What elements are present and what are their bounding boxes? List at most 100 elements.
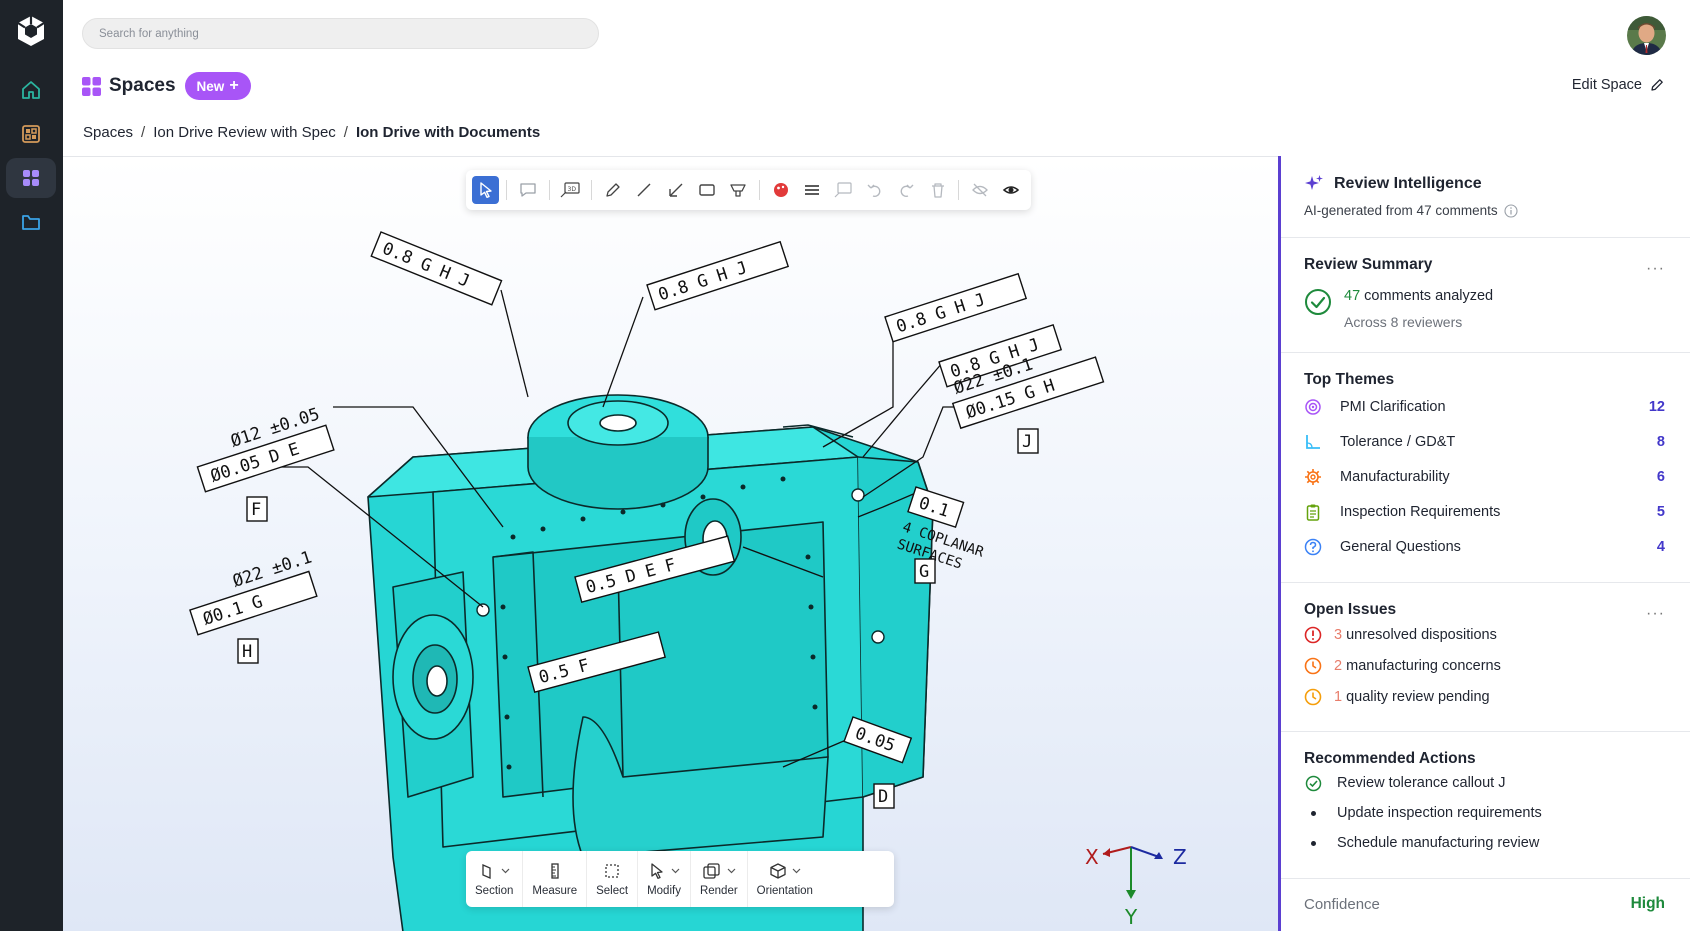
top-themes-section: Top Themes PMI Clarification 12 Toleranc… xyxy=(1281,353,1690,583)
breadcrumb-spaces[interactable]: Spaces xyxy=(83,124,133,141)
breadcrumb-separator: / xyxy=(343,124,348,141)
tool-select[interactable] xyxy=(472,176,500,204)
action-item[interactable]: Review tolerance callout J xyxy=(1304,768,1665,798)
orientation-tool[interactable]: Orientation xyxy=(748,851,822,907)
ruler-icon xyxy=(551,862,559,879)
modify-label: Modify xyxy=(647,884,681,897)
more-options-icon[interactable]: ··· xyxy=(1646,605,1665,623)
tool-3d-comment[interactable]: 3D xyxy=(557,176,584,204)
action-label: Review tolerance callout J xyxy=(1337,775,1506,791)
orientation-label: Orientation xyxy=(756,884,813,897)
axis-x-label: X xyxy=(1085,845,1099,869)
recommended-actions-section: Recommended Actions Review tolerance cal… xyxy=(1281,732,1690,879)
check-circle-icon xyxy=(1305,775,1321,791)
page-title: Spaces xyxy=(109,75,176,96)
clipboard-icon xyxy=(1306,504,1320,521)
nav-spaces[interactable] xyxy=(6,158,56,198)
action-item[interactable]: Update inspection requirements xyxy=(1304,798,1665,828)
select-tool[interactable]: Select xyxy=(587,851,639,907)
tool-line[interactable] xyxy=(630,176,657,204)
modify-tool[interactable]: Modify xyxy=(638,851,691,907)
recommended-actions-title: Recommended Actions xyxy=(1304,750,1476,767)
theme-pmi[interactable]: PMI Clarification 12 xyxy=(1304,389,1665,424)
section-tool[interactable]: Section xyxy=(466,851,524,907)
issue-count: 3 xyxy=(1334,626,1343,643)
tool-color[interactable] xyxy=(767,176,794,204)
confidence-row: Confidence High xyxy=(1281,879,1690,929)
eye-off-icon xyxy=(971,183,988,197)
annotation-datum-g: G xyxy=(919,562,929,582)
svg-text:3D: 3D xyxy=(568,186,577,193)
issue-manufacturing[interactable]: 2 manufacturing concerns xyxy=(1304,650,1665,681)
tool-redo[interactable] xyxy=(892,176,919,204)
theme-inspection[interactable]: Inspection Requirements 5 xyxy=(1304,494,1665,529)
line-icon xyxy=(637,183,651,197)
highlighter-icon xyxy=(730,184,746,197)
nav-dashboard[interactable] xyxy=(6,114,56,154)
annotation-datum-j: J xyxy=(1022,432,1032,452)
tool-delete[interactable] xyxy=(924,176,951,204)
measure-tool[interactable]: Measure xyxy=(523,851,588,907)
theme-label: General Questions xyxy=(1340,538,1461,555)
theme-label: Tolerance / GD&T xyxy=(1340,433,1456,450)
issue-unresolved[interactable]: 3 unresolved dispositions xyxy=(1304,619,1665,650)
issue-count: 2 xyxy=(1334,657,1343,674)
issue-label: unresolved dispositions xyxy=(1346,626,1497,643)
model-viewport[interactable]: 0.8 G H J 0.8 G H J 0.8 G H J 0.8 G H J … xyxy=(63,156,1278,931)
cad-model[interactable]: 0.8 G H J 0.8 G H J 0.8 G H J 0.8 G H J … xyxy=(63,157,1278,931)
menu-lines-icon xyxy=(805,185,819,195)
cursor-icon xyxy=(651,862,663,879)
theme-label: Manufacturability xyxy=(1340,468,1450,485)
render-tool[interactable]: Render xyxy=(691,851,748,907)
new-button-label: New xyxy=(196,78,225,94)
sparkle-icon xyxy=(1305,175,1323,190)
info-icon[interactable] xyxy=(1504,203,1518,218)
check-circle-icon xyxy=(1305,289,1331,315)
tool-line-weight[interactable] xyxy=(798,176,825,204)
axis-z-label: Z xyxy=(1173,845,1187,869)
render-label: Render xyxy=(699,884,738,897)
annotation-datum-d: D xyxy=(878,787,888,807)
chevron-down-icon xyxy=(501,868,510,874)
edit-space-label: Edit Space xyxy=(1571,77,1642,93)
nav-files[interactable] xyxy=(6,202,56,242)
arrow-icon xyxy=(668,183,683,197)
action-item[interactable]: Schedule manufacturing review xyxy=(1304,828,1665,858)
tool-rectangle[interactable] xyxy=(693,176,720,204)
panel-subtitle: AI-generated from 47 comments xyxy=(1304,203,1498,218)
issue-label: manufacturing concerns xyxy=(1346,657,1501,674)
review-summary-section: Review Summary ··· 47 comments analyzed … xyxy=(1281,238,1690,353)
tool-comment[interactable] xyxy=(514,176,541,204)
tool-arrow[interactable] xyxy=(662,176,689,204)
tool-3d-view[interactable] xyxy=(830,176,857,204)
left-rail xyxy=(0,0,63,931)
tool-hide[interactable] xyxy=(966,176,993,204)
app-logo-icon[interactable] xyxy=(13,13,49,49)
target-icon xyxy=(1305,398,1321,415)
tool-show[interactable] xyxy=(998,176,1025,204)
breadcrumb-review[interactable]: Ion Drive Review with Spec xyxy=(153,124,336,141)
more-options-icon[interactable]: ··· xyxy=(1646,260,1665,278)
issue-quality[interactable]: 1 quality review pending xyxy=(1304,681,1665,712)
search-input[interactable]: Search for anything xyxy=(82,18,599,49)
select-box-icon xyxy=(605,863,619,878)
dashboard-icon xyxy=(22,125,40,143)
theme-tolerance[interactable]: Tolerance / GD&T 8 xyxy=(1304,424,1665,459)
theme-manufacturability[interactable]: Manufacturability 6 xyxy=(1304,459,1665,494)
annotation-toolbar: 3D xyxy=(466,170,1031,210)
edit-space-button[interactable]: Edit Space xyxy=(1572,77,1664,93)
cube-icon xyxy=(770,862,786,879)
nav-home[interactable] xyxy=(6,70,56,110)
tool-pencil[interactable] xyxy=(599,176,626,204)
theme-count: 5 xyxy=(1656,503,1665,520)
clock-icon xyxy=(1304,657,1322,674)
alert-icon xyxy=(1304,626,1322,643)
theme-questions[interactable]: General Questions 4 xyxy=(1304,529,1665,564)
tool-highlighter[interactable] xyxy=(725,176,752,204)
user-avatar[interactable] xyxy=(1627,16,1666,55)
axis-y-label: Y xyxy=(1124,905,1138,927)
tool-undo[interactable] xyxy=(861,176,888,204)
new-space-button[interactable]: New + xyxy=(184,72,251,100)
breadcrumb: Spaces / Ion Drive Review with Spec / Io… xyxy=(83,124,540,141)
chevron-down-icon xyxy=(727,868,736,874)
